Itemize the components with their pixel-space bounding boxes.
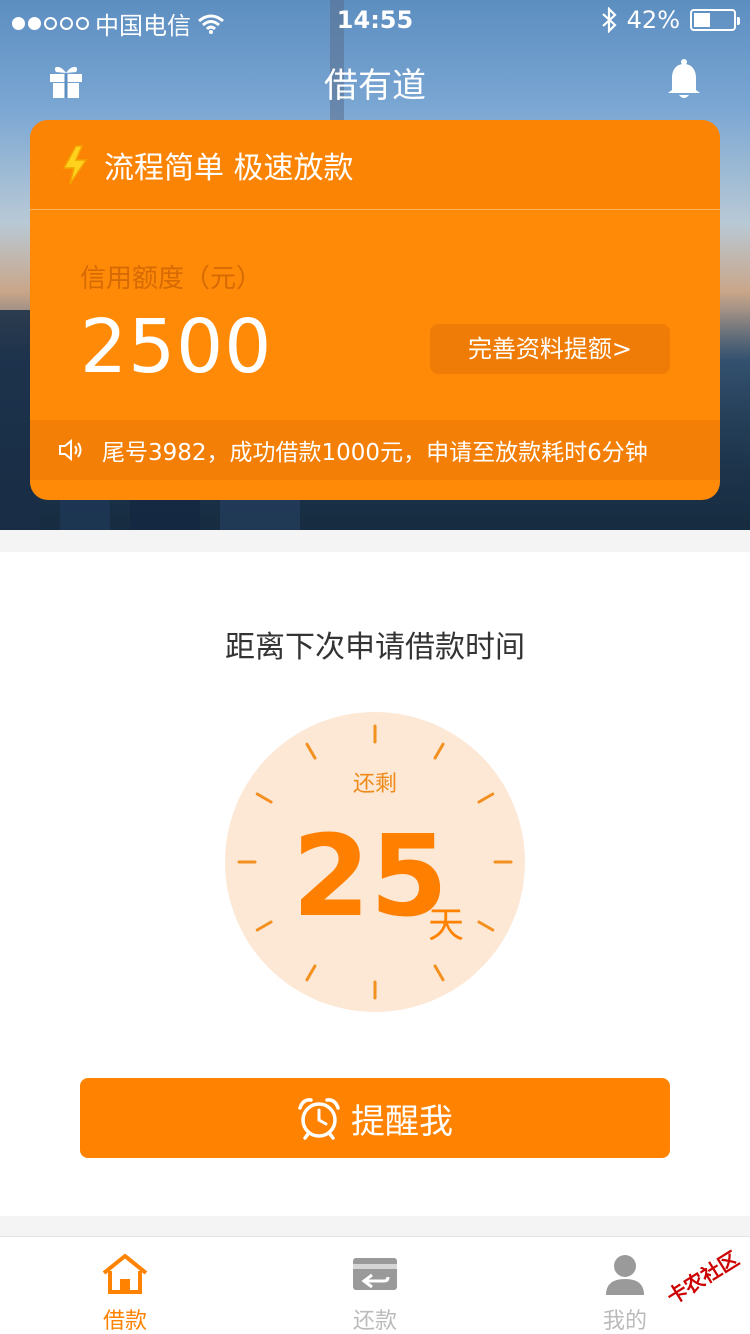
nav-bar: 借有道 <box>0 44 750 114</box>
remain-label: 还剩 <box>352 772 397 797</box>
tab-mine-label: 我的 <box>602 1309 647 1334</box>
battery-fill <box>694 13 710 27</box>
improve-info-button[interactable]: 完善资料提额> <box>430 324 670 374</box>
tab-borrow[interactable]: 借款 <box>0 1237 250 1334</box>
countdown-subtitle: 距离下次申请借款时间 <box>225 630 525 665</box>
status-right: 42% <box>601 6 740 34</box>
tab-repay[interactable]: 还款 <box>250 1237 500 1334</box>
card-header: 流程简单 极速放款 <box>30 120 720 210</box>
battery-icon <box>690 9 740 31</box>
speaker-icon <box>59 438 82 462</box>
home-icon <box>102 1254 148 1294</box>
remind-me-button[interactable]: 提醒我 <box>80 1078 670 1158</box>
notice-text: 尾号3982，成功借款1000元，申请至放款耗时6分钟 <box>102 440 648 466</box>
page-title: 借有道 <box>324 66 426 106</box>
credit-card: 流程简单 极速放款 信用额度（元） 2500 完善资料提额> 尾号3982，成功… <box>30 120 720 500</box>
credit-amount: 2500 <box>80 304 273 390</box>
loan-notice-ticker: 尾号3982，成功借款1000元，申请至放款耗时6分钟 <box>30 420 720 480</box>
status-bar: 中国电信 14:55 42% <box>0 0 750 40</box>
remaining-days: 25 <box>292 812 448 942</box>
lightning-icon <box>62 144 88 184</box>
user-icon <box>606 1255 644 1295</box>
card-slogan: 流程简单 极速放款 <box>104 150 354 186</box>
card-body: 信用额度（元） 2500 完善资料提额> <box>30 210 720 420</box>
tab-bar: 借款 还款 我的 <box>0 1236 750 1334</box>
alarm-clock-icon <box>298 1098 340 1140</box>
remind-me-label: 提醒我 <box>351 1101 453 1142</box>
repay-card-icon <box>353 1258 397 1290</box>
tab-repay-label: 还款 <box>352 1309 397 1334</box>
tab-borrow-label: 借款 <box>102 1309 147 1334</box>
bluetooth-icon <box>601 7 617 33</box>
countdown-clock: 还剩 25 天 <box>225 712 525 1012</box>
days-unit: 天 <box>428 905 465 946</box>
countdown-panel: 距离下次申请借款时间 还剩 25 天 提醒我 <box>0 552 750 1216</box>
credit-limit-label: 信用额度（元） <box>80 264 263 294</box>
battery-percent: 42% <box>626 6 680 34</box>
bell-icon[interactable] <box>664 58 704 100</box>
